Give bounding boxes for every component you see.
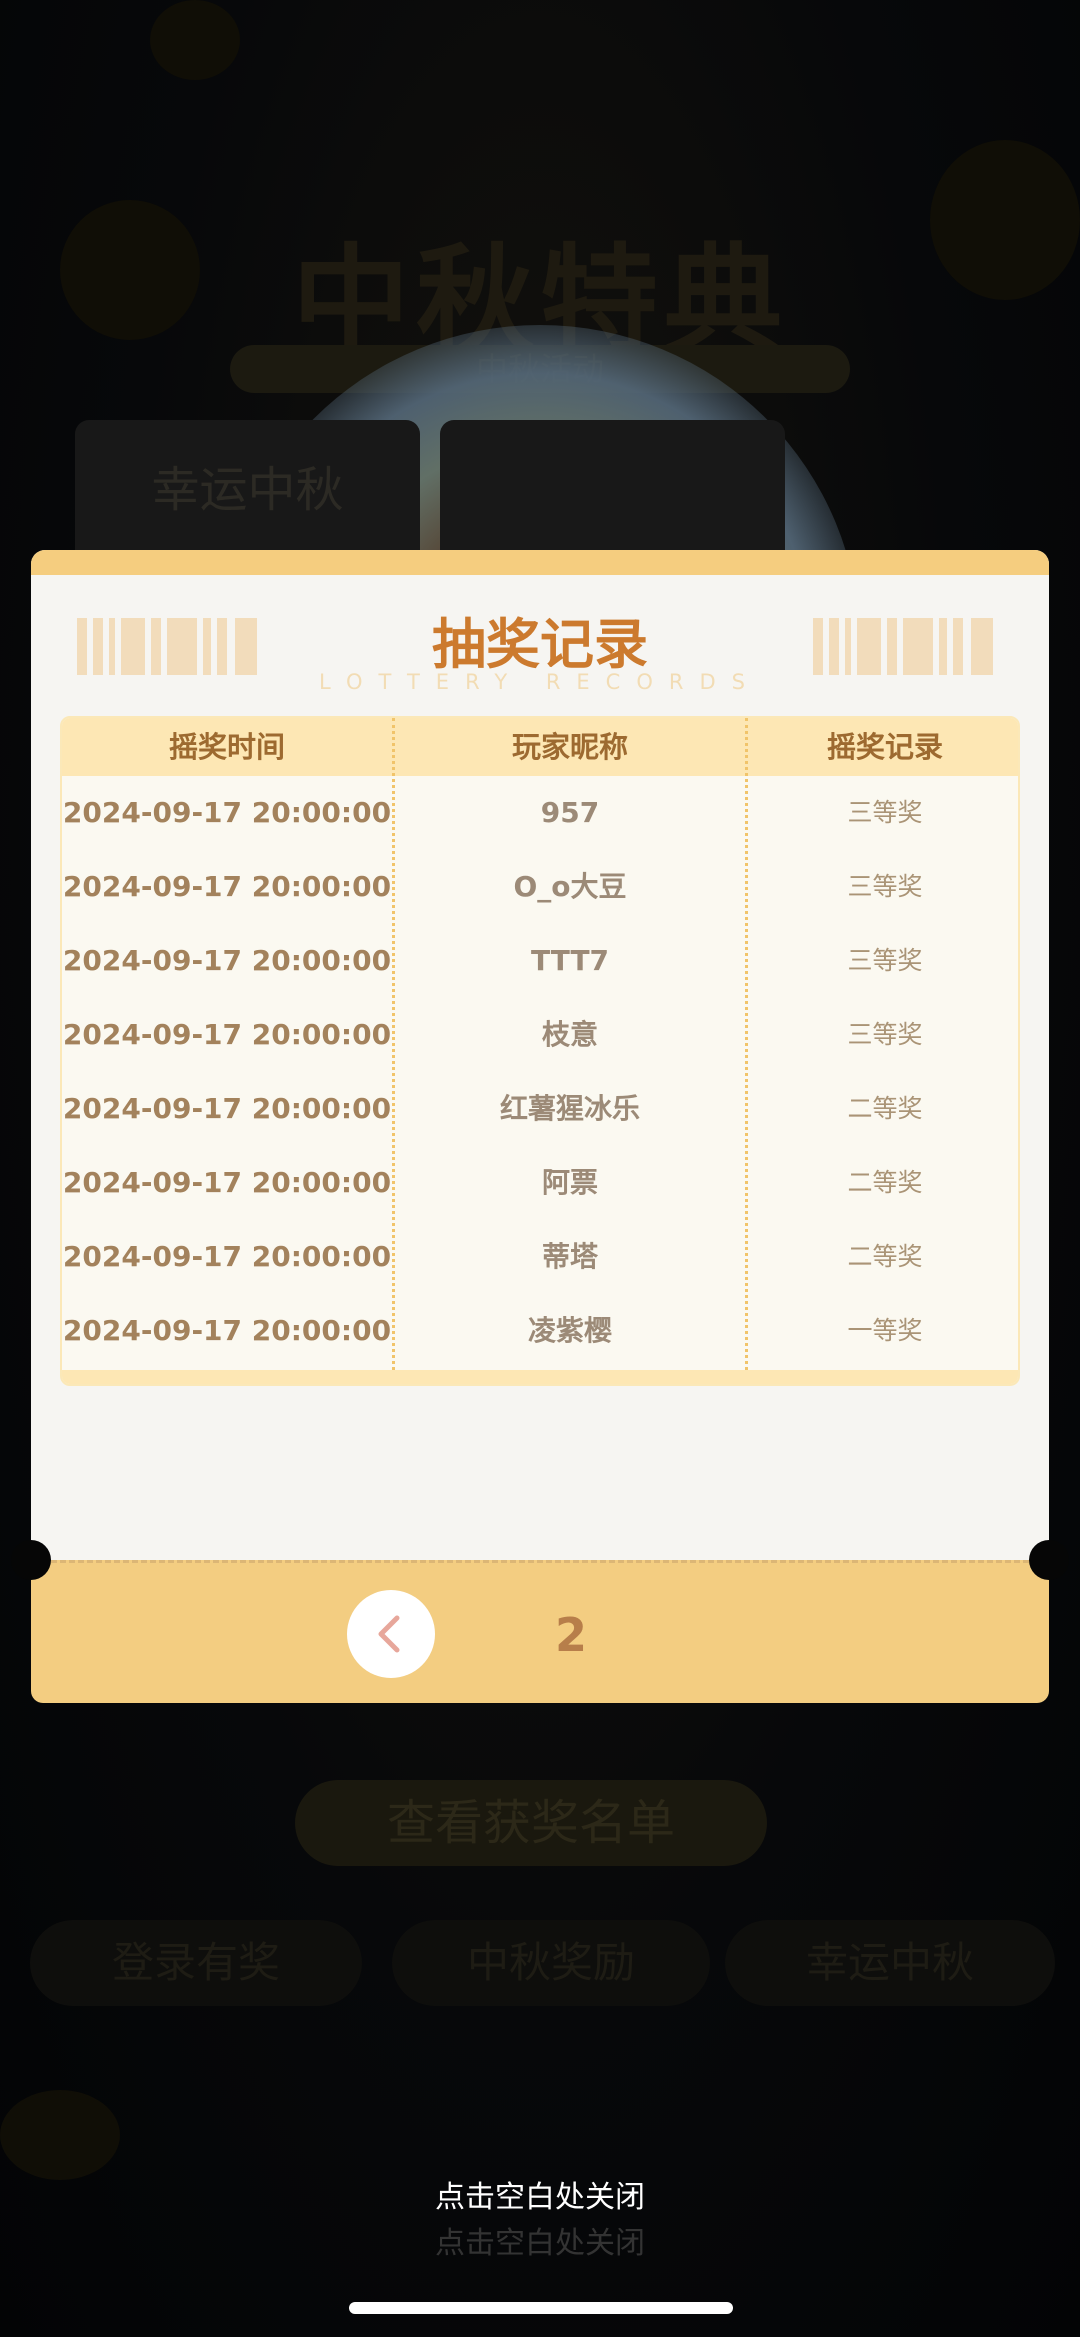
cell-nickname: 阿票 (541, 1166, 598, 1199)
cell-prize: 二等奖 (847, 1168, 923, 1197)
table-row: 2024-09-17 20:00:00 枝意 三等奖 (62, 998, 1018, 1072)
chevron-left-icon (378, 1615, 400, 1653)
cell-nickname: TTT7 (530, 944, 610, 977)
close-hint[interactable]: 点击空白处关闭 (0, 2172, 1080, 2216)
cell-prize: 二等奖 (847, 1094, 923, 1123)
background-decoration (0, 2090, 120, 2180)
ticket-notch-right (1029, 1540, 1069, 1580)
table-row: 2024-09-17 20:00:00 红薯猩冰乐 二等奖 (62, 1072, 1018, 1146)
cell-prize: 三等奖 (847, 946, 923, 975)
cell-nickname: 957 (540, 796, 600, 829)
table-header: 摇奖时间 玩家昵称 摇奖记录 (62, 718, 1018, 776)
previous-page-button[interactable] (347, 1590, 435, 1678)
dashed-divider (51, 1560, 1029, 1563)
cell-time: 2024-09-17 20:00:00 (62, 796, 392, 829)
cell-prize: 三等奖 (847, 872, 923, 901)
modal-subtitle: LOTTERY RECORDS (319, 670, 761, 694)
background-decoration (150, 0, 240, 80)
cell-time: 2024-09-17 20:00:00 (62, 1166, 392, 1199)
cell-prize: 三等奖 (847, 798, 923, 827)
column-header-record: 摇奖记录 (826, 730, 943, 764)
column-header-time: 摇奖时间 (168, 730, 285, 764)
table-row: 2024-09-17 20:00:00 蒂塔 二等奖 (62, 1220, 1018, 1294)
cell-prize: 二等奖 (847, 1242, 923, 1271)
cell-prize: 三等奖 (847, 1020, 923, 1049)
close-hint-ghost: 点击空白处关闭 (435, 2226, 645, 2261)
table-row: 2024-09-17 20:00:00 TTT7 三等奖 (62, 924, 1018, 998)
cell-time: 2024-09-17 20:00:00 (62, 1092, 392, 1125)
table-row: 2024-09-17 20:00:00 阿票 二等奖 (62, 1146, 1018, 1220)
background-pill: 中秋奖励 (392, 1920, 710, 2006)
lottery-records-modal: 抽奖记录 LOTTERY RECORDS 摇奖时间 玩家昵称 摇奖记录 2024… (11, 550, 1069, 1703)
column-header-nickname: 玩家昵称 (511, 730, 628, 764)
cell-time: 2024-09-17 20:00:00 (62, 1018, 392, 1051)
view-winners-button: 查看获奖名单 (295, 1780, 767, 1866)
home-indicator (349, 2302, 733, 2314)
cell-nickname: O_o大豆 (513, 870, 627, 903)
background-pill: 登录有奖 (30, 1920, 362, 2006)
table-row: 2024-09-17 20:00:00 957 三等奖 (62, 776, 1018, 850)
modal-title: 抽奖记录 (432, 613, 648, 676)
background-card-label: 幸运中秋 (151, 462, 344, 518)
cell-nickname: 凌紫樱 (527, 1314, 612, 1347)
cell-nickname: 红薯猩冰乐 (499, 1092, 640, 1125)
cell-time: 2024-09-17 20:00:00 (62, 944, 392, 977)
cell-time: 2024-09-17 20:00:00 (62, 1314, 392, 1347)
records-table: 摇奖时间 玩家昵称 摇奖记录 2024-09-17 20:00:00 957 三… (60, 716, 1020, 1386)
table-footer (62, 1370, 1018, 1384)
table-row: 2024-09-17 20:00:00 O_o大豆 三等奖 (62, 850, 1018, 924)
cell-time: 2024-09-17 20:00:00 (62, 1240, 392, 1273)
cell-nickname: 枝意 (541, 1018, 598, 1051)
cell-prize: 一等奖 (847, 1316, 923, 1345)
modal-top-bar (31, 550, 1049, 575)
modal-body: 抽奖记录 LOTTERY RECORDS 摇奖时间 玩家昵称 摇奖记录 2024… (31, 550, 1049, 1560)
page-number: 2 (554, 1608, 587, 1662)
cell-nickname: 蒂塔 (541, 1240, 598, 1273)
table-row: 2024-09-17 20:00:00 凌紫樱 一等奖 (62, 1294, 1018, 1368)
background-pill: 幸运中秋 (725, 1920, 1055, 2006)
ticket-notch-left (11, 1540, 51, 1580)
cell-time: 2024-09-17 20:00:00 (62, 870, 392, 903)
